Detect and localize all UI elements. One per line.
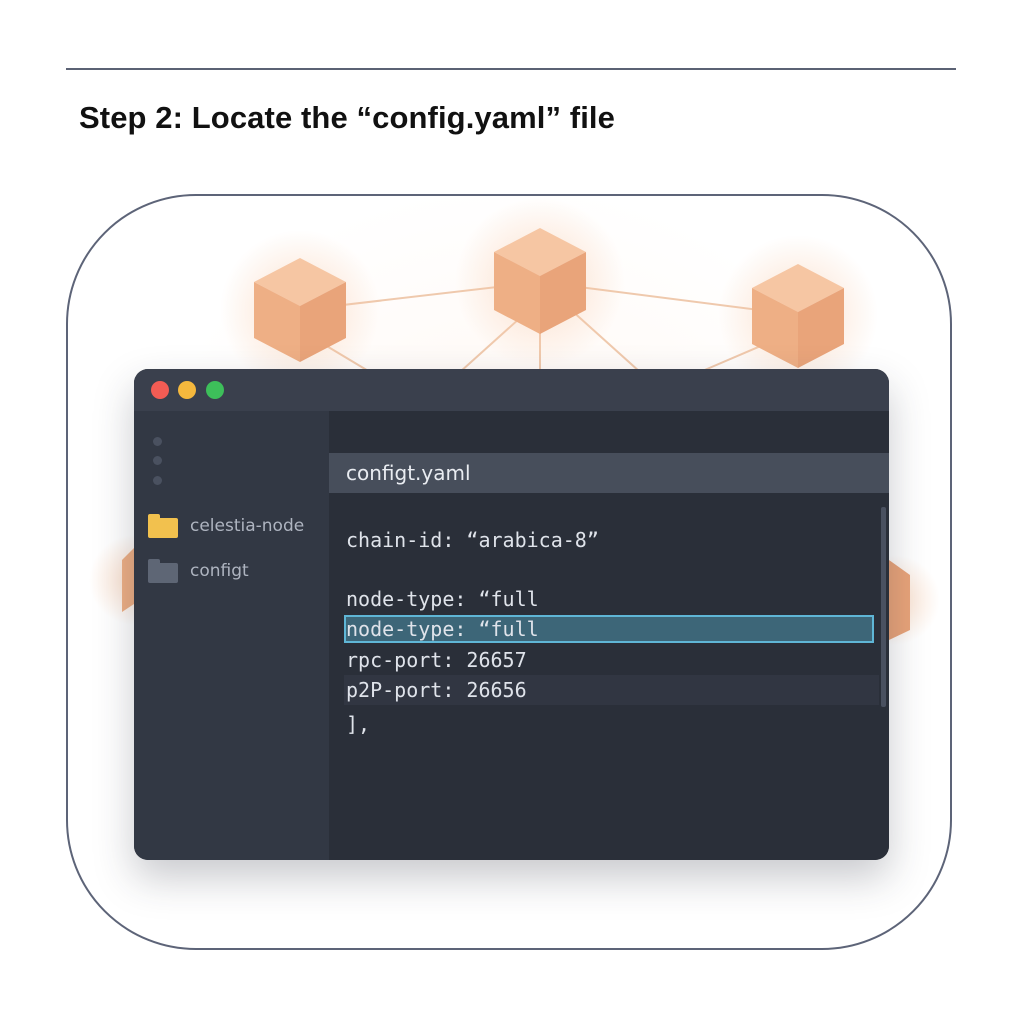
sidebar-dot-icon [153,476,162,485]
code-line[interactable]: node-type: “full [346,584,539,614]
code-line-highlighted[interactable]: node-type: “full [346,614,539,644]
sidebar-item-label: celestia-node [190,516,305,536]
code-line[interactable]: p2P-port: 26656 [346,675,527,705]
sidebar-dot-icon [153,437,162,446]
vertical-scrollbar[interactable] [881,507,886,707]
tab-label: configt.yaml [346,461,471,485]
code-line[interactable]: ], [346,709,370,739]
folder-icon [148,514,178,538]
sidebar-dot-icon [153,456,162,465]
maximize-window-button[interactable] [206,381,224,399]
code-editor-window: celestia-node configt configt.yaml chain… [134,369,889,860]
close-window-button[interactable] [151,381,169,399]
sidebar-item-celestia-node[interactable]: celestia-node [148,513,304,539]
sidebar-item-configt[interactable]: configt [148,558,249,584]
tab-configt-yaml[interactable]: configt.yaml [329,453,889,493]
editor-pane: configt.yaml chain-id: “arabica-8” node-… [329,411,889,860]
window-titlebar [134,369,889,411]
sidebar-item-label: configt [190,561,249,581]
minimize-window-button[interactable] [178,381,196,399]
folder-icon [148,559,178,583]
code-line[interactable]: chain-id: “arabica-8” [346,525,599,555]
file-explorer-sidebar: celestia-node configt [134,411,329,860]
code-line[interactable]: rpc-port: 26657 [346,645,527,675]
